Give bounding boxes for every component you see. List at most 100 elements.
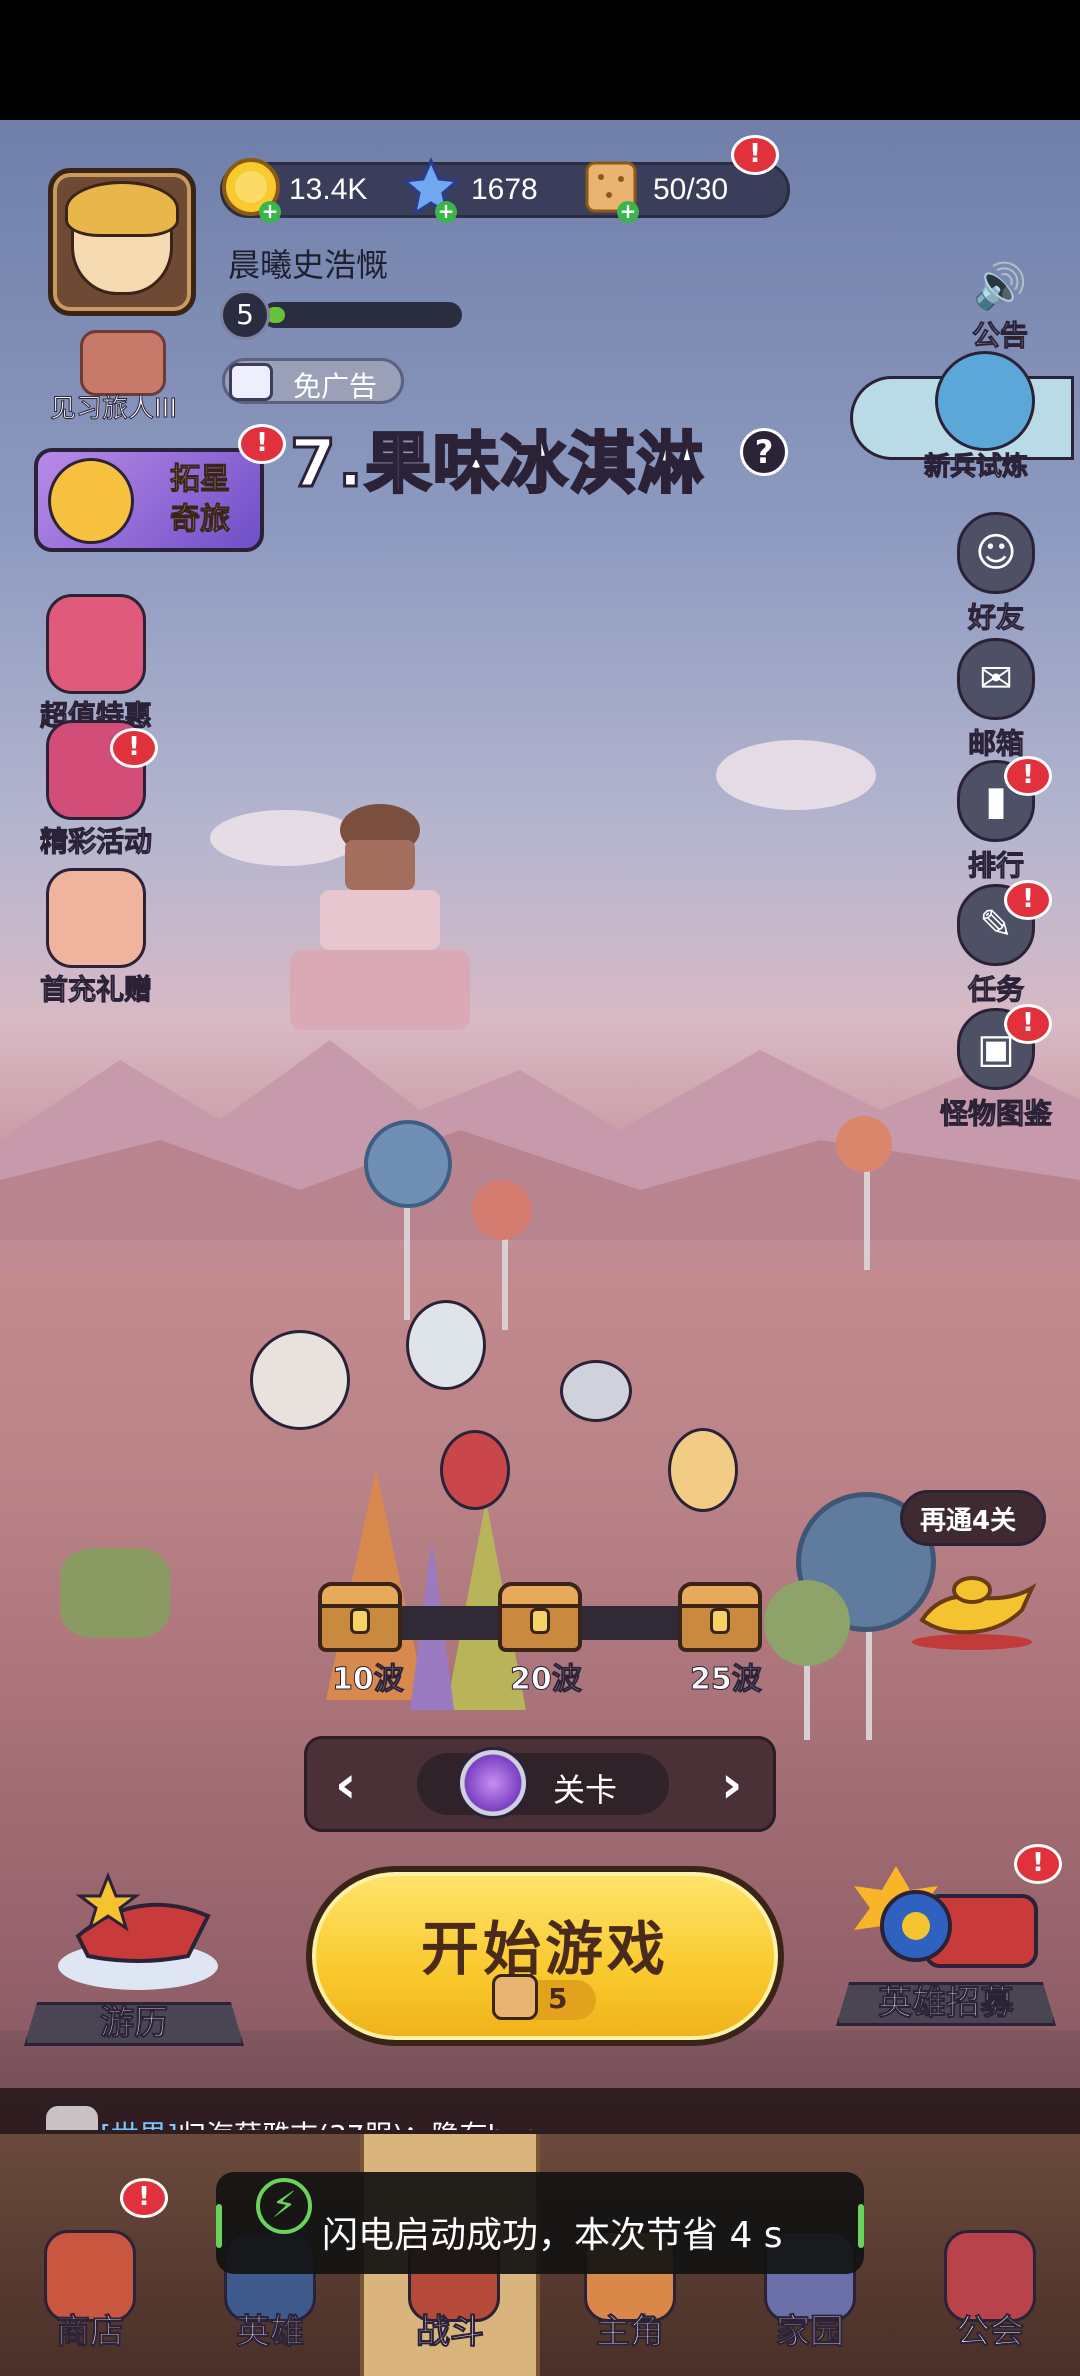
add-gem-icon[interactable]: +	[435, 201, 457, 223]
stage-selector-center[interactable]: 关卡	[417, 1747, 669, 1819]
mailbox-label: 邮箱	[967, 727, 1024, 761]
toast-edge	[216, 2204, 222, 2248]
wave-20-chest-icon[interactable]	[498, 1582, 582, 1652]
shop-alert-badge: !	[120, 2178, 168, 2218]
lollipop	[364, 1120, 452, 1208]
stage-selector-label: 关卡	[553, 1771, 618, 1809]
gem-amount: 1678	[471, 173, 538, 206]
chest-lock	[710, 1608, 730, 1634]
next-stage-chevron-right-icon[interactable]: ›	[721, 1757, 742, 1813]
gold-amount: 13.4K	[289, 173, 368, 206]
hero-swordsman	[668, 1428, 738, 1512]
stamina-alert-badge: !	[731, 135, 779, 175]
speaker-icon: 🔊	[972, 261, 1028, 312]
biscuit-cost-icon	[492, 1974, 538, 2020]
rank-emblem-icon[interactable]	[80, 330, 166, 396]
chest-lock	[530, 1608, 550, 1634]
nav-heroes-label: 英雄	[236, 2312, 305, 2353]
player-avatar[interactable]	[48, 168, 196, 316]
wave-20-label: 20波	[510, 1662, 583, 1698]
travel-button[interactable]: 游历	[24, 1866, 244, 2046]
hero-cowboy	[250, 1330, 350, 1430]
events-alert-badge: !	[110, 728, 158, 768]
stage-title: 7.果味冰淇淋	[289, 424, 705, 504]
nav-home-label: 家园	[776, 2312, 845, 2353]
tv-icon	[229, 363, 273, 401]
toast-edge	[858, 2204, 864, 2248]
nav-shop-label: 商店	[56, 2312, 125, 2353]
recruit-trial-label: 新兵试炼	[923, 452, 1029, 483]
lollipop	[836, 1116, 892, 1172]
status-bar	[0, 0, 1080, 120]
bunny-girl-icon	[46, 868, 146, 968]
quests-label: 任务	[967, 973, 1024, 1007]
friends-button[interactable]: ☺ 好友	[936, 512, 1056, 636]
hero-mouse	[560, 1360, 632, 1422]
help-icon[interactable]: ?	[740, 428, 788, 476]
ranking-label: 排行	[967, 849, 1024, 883]
quests-alert-badge: !	[1004, 880, 1052, 920]
hero-recruit-alert-badge: !	[1014, 1844, 1062, 1884]
nav-guild[interactable]: 公会	[900, 2134, 1080, 2376]
flying-ship-icon	[58, 1871, 218, 1990]
stage-selector: ‹ 关卡 ›	[304, 1736, 776, 1832]
toast-notification: ⚡ 闪电启动成功，本次节省 4 s	[216, 2172, 864, 2274]
wave-25-label: 25波	[690, 1662, 763, 1698]
wave-25-chest-icon[interactable]	[678, 1582, 762, 1652]
previous-stage-chevron-left-icon[interactable]: ‹	[335, 1757, 356, 1813]
lamp-hint: 再通4关	[920, 1506, 1017, 1536]
start-game-label: 开始游戏	[420, 1915, 669, 1983]
bestiary-label: 怪物图鉴	[939, 1097, 1052, 1131]
portal-icon	[457, 1747, 529, 1819]
xp-bar	[262, 302, 462, 328]
chest-lid	[498, 1582, 582, 1608]
start-game-button[interactable]: 开始游戏 5	[306, 1866, 784, 2046]
star-journey-label: 拓星奇旅	[170, 462, 231, 538]
friends-label: 好友	[967, 601, 1024, 635]
rank-title: 见习旅人III	[49, 394, 178, 425]
travel-label: 游历	[100, 2003, 169, 2044]
special-offer-button[interactable]: 超值特惠	[26, 594, 166, 734]
add-gold-icon[interactable]: +	[259, 201, 281, 223]
lightning-icon: ⚡	[256, 2178, 312, 2234]
chest-lock	[350, 1608, 370, 1634]
events-label: 精彩活动	[39, 825, 152, 859]
stamina-amount: 50/30	[653, 173, 729, 206]
bestiary-alert-badge: !	[1004, 1004, 1052, 1044]
nav-protagonist-label: 主角	[596, 2312, 665, 2353]
mailbox-button[interactable]: ✉ 邮箱	[936, 638, 1056, 762]
wave-10-label: 10波	[332, 1662, 405, 1698]
star-journey-button[interactable]: 拓星奇旅	[34, 448, 264, 552]
announcement-button[interactable]: 🔊 公告	[960, 262, 1040, 354]
nav-shop[interactable]: 商店	[0, 2134, 180, 2376]
hero-recruit-label: 英雄招募	[878, 1983, 1015, 2024]
planet-icon	[48, 458, 134, 544]
first-recharge-label: 首充礼赠	[39, 973, 152, 1007]
player-name: 晨曦史浩慨	[228, 246, 389, 284]
wave-10-chest-icon[interactable]	[318, 1582, 402, 1652]
star-journey-alert-badge: !	[238, 424, 286, 464]
hero-knight	[406, 1300, 486, 1390]
start-game-button-face: 开始游戏 5	[312, 1872, 778, 2040]
lollipop	[472, 1180, 532, 1240]
cloud	[716, 740, 876, 810]
no-ads-label: 免广告	[293, 370, 378, 403]
ranking-alert-badge: !	[1004, 756, 1052, 796]
nav-battle-label: 战斗	[416, 2312, 485, 2353]
start-cost: 5	[548, 1982, 568, 2015]
magic-lamp-icon[interactable]	[902, 1560, 1042, 1650]
candy-drop	[60, 1548, 170, 1638]
nav-guild-label: 公会	[956, 2312, 1025, 2353]
chest-lid	[318, 1582, 402, 1608]
toast-message: 闪电启动成功，本次节省 4 s	[322, 2215, 783, 2256]
avatar-hair	[65, 181, 179, 237]
currency-bar: + 13.4K + 1678 + 50/30 !	[220, 135, 790, 223]
recruit-hero-icon	[935, 351, 1035, 451]
price-tag-icon	[46, 594, 146, 694]
first-recharge-button[interactable]: 首充礼赠	[26, 868, 166, 1008]
start-cost-pill: 5	[492, 1974, 596, 2020]
cake-tower	[290, 804, 470, 1030]
no-ads-button[interactable]: 免广告	[222, 358, 404, 404]
announcement-label: 公告	[971, 319, 1028, 353]
add-stamina-icon[interactable]: +	[617, 201, 639, 223]
